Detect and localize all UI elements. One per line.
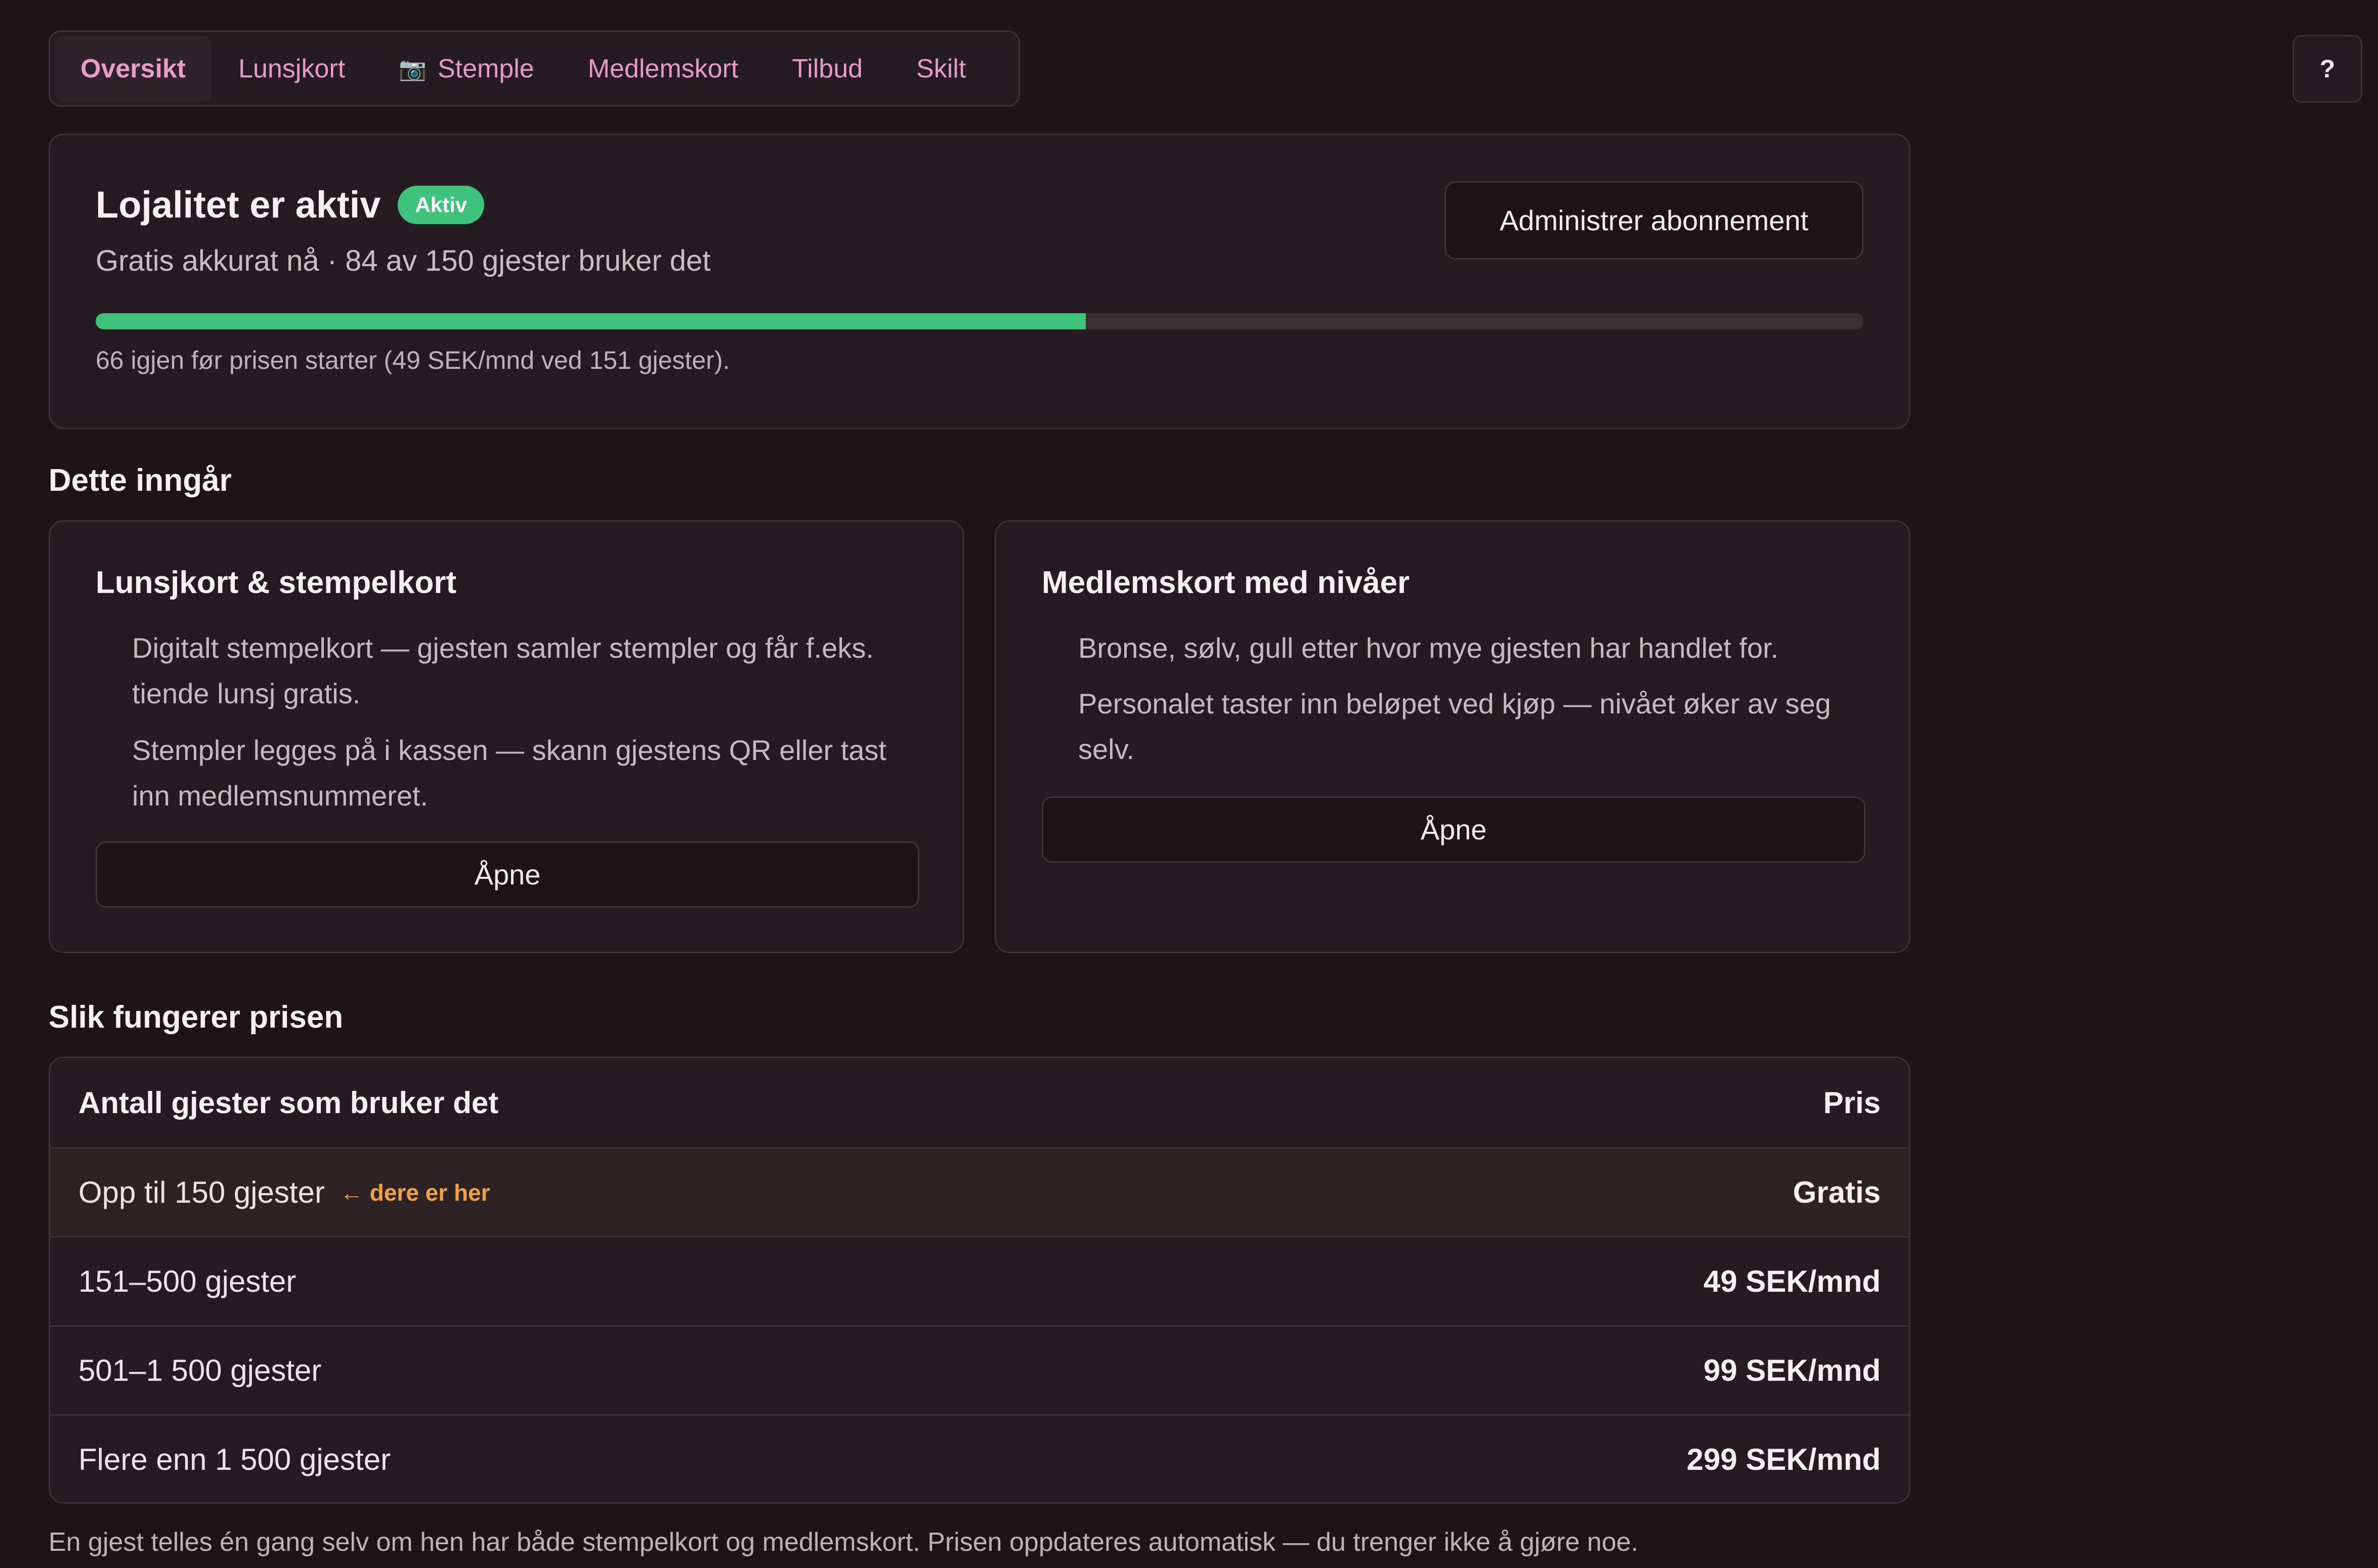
feature-card-title: Medlemskort med nivåer — [1042, 565, 1410, 600]
column-header-price: Pris — [1823, 1085, 1881, 1120]
tab-label: Skilt — [916, 54, 966, 83]
loyalty-status-card: Lojalitet er aktiv Aktiv Gratis akkurat … — [49, 134, 1910, 429]
feature-card-medlemskort: Medlemskort med nivåer Bronse, sølv, gul… — [995, 520, 1910, 953]
table-row: Flere enn 1 500 gjester 299 SEK/mnd — [50, 1414, 1909, 1502]
help-button[interactable]: ? — [2292, 35, 2362, 103]
feature-card-lunsjkort: Lunsjkort & stempelkort Digitalt stempel… — [49, 520, 964, 953]
tab-label: Oversikt — [80, 54, 186, 83]
camera-icon: 📷 — [399, 56, 427, 81]
pricing-section-title: Slik fungerer prisen — [49, 1000, 344, 1035]
open-button[interactable]: Åpne — [96, 841, 919, 908]
tier-price: 49 SEK/mnd — [1703, 1264, 1881, 1298]
column-header-guests: Antall gjester som bruker det — [78, 1085, 499, 1120]
table-row: 151–500 gjester 49 SEK/mnd — [50, 1236, 1909, 1325]
tab-lunsjkort[interactable]: Lunsjkort — [211, 36, 372, 102]
guest-usage-progress-bar — [96, 313, 1863, 329]
table-row: 501–1 500 gjester 99 SEK/mnd — [50, 1325, 1909, 1414]
current-tier-marker: ← dere er her — [339, 1179, 490, 1206]
feature-card-description: Digitalt stempelkort — gjesten samler st… — [132, 625, 926, 830]
tab-tilbud[interactable]: Tilbud — [765, 36, 889, 102]
tab-label: Tilbud — [792, 54, 863, 83]
tier-label: Opp til 150 gjester — [78, 1175, 325, 1209]
progress-fill — [96, 313, 1086, 329]
feature-line: Stempler legges på i kassen — skann gjes… — [132, 734, 886, 812]
tier-label: Flere enn 1 500 gjester — [78, 1443, 391, 1476]
tab-oversikt[interactable]: Oversikt — [55, 35, 212, 102]
table-header-row: Antall gjester som bruker det Pris — [50, 1058, 1909, 1147]
feature-card-title: Lunsjkort & stempelkort — [96, 565, 457, 600]
tier-price: 99 SEK/mnd — [1703, 1353, 1881, 1387]
loyalty-overview-page: Oversikt Lunsjkort 📷 Stemple Medlemskort… — [0, 0, 2378, 1568]
tier-price: 299 SEK/mnd — [1686, 1443, 1881, 1476]
manage-subscription-button[interactable]: Administrer abonnement — [1445, 181, 1863, 260]
status-note: 66 igjen før prisen starter (49 SEK/mnd … — [96, 346, 730, 374]
pricing-footnote: En gjest telles én gang selv om hen har … — [49, 1528, 1638, 1557]
feature-card-description: Bronse, sølv, gull etter hvor mye gjeste… — [1078, 625, 1873, 783]
table-row-current-tier: Opp til 150 gjester ← dere er her Gratis — [50, 1147, 1909, 1236]
included-section-title: Dette inngår — [49, 463, 232, 498]
pricing-table: Antall gjester som bruker det Pris Opp t… — [49, 1056, 1910, 1504]
feature-line: Personalet taster inn beløpet ved kjøp —… — [1078, 688, 1831, 765]
status-badge: Aktiv — [398, 185, 485, 224]
tier-label: 151–500 gjester — [78, 1264, 296, 1298]
tab-bar: Oversikt Lunsjkort 📷 Stemple Medlemskort… — [49, 30, 1020, 107]
tier-price: Gratis — [1793, 1175, 1881, 1209]
tab-medlemskort[interactable]: Medlemskort — [561, 36, 766, 102]
status-title-row: Lojalitet er aktiv Aktiv — [96, 183, 485, 226]
tab-label: Stemple — [437, 54, 534, 83]
feature-line: Bronse, sølv, gull etter hvor mye gjeste… — [1078, 632, 1779, 664]
tab-stemple[interactable]: 📷 Stemple — [372, 36, 561, 102]
status-subtitle: Gratis akkurat nå · 84 av 150 gjester br… — [96, 244, 711, 277]
tab-skilt[interactable]: Skilt — [889, 36, 993, 102]
tier-label-cell: Opp til 150 gjester ← dere er her — [78, 1175, 490, 1210]
tier-label: 501–1 500 gjester — [78, 1353, 322, 1387]
tab-label: Medlemskort — [587, 54, 739, 83]
status-title: Lojalitet er aktiv — [96, 184, 381, 226]
feature-line: Digitalt stempelkort — gjesten samler st… — [132, 632, 874, 709]
open-button[interactable]: Åpne — [1042, 796, 1865, 863]
tab-label: Lunsjkort — [238, 54, 346, 83]
